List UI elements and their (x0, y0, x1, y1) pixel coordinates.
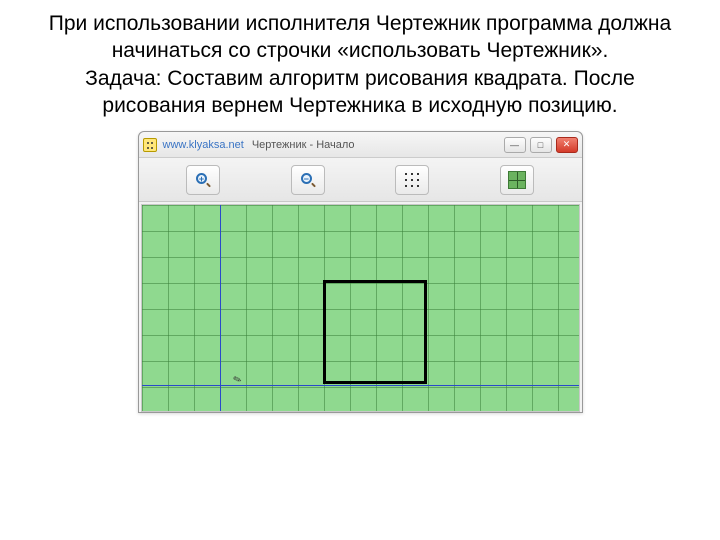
zoom-out-button[interactable]: − (291, 165, 325, 195)
grid-line (298, 205, 299, 411)
grid-line (142, 257, 579, 258)
dots-icon (403, 171, 421, 189)
window-buttons: — □ ✕ (504, 137, 578, 153)
site-label: www.klyaksa.net (163, 139, 244, 151)
grid-line (142, 205, 579, 206)
app-icon (143, 138, 157, 152)
grid-line (506, 205, 507, 411)
zoom-out-icon: − (301, 173, 315, 187)
grid-line (454, 205, 455, 411)
grid-line (142, 205, 143, 411)
paragraph-1: При использовании исполнителя Чертежник … (40, 10, 680, 65)
window-titlebar[interactable]: www.klyaksa.net Чертежник - Начало — □ ✕ (139, 132, 582, 158)
grid-line (142, 387, 579, 388)
grid-line (480, 205, 481, 411)
window-title: Чертежник - Начало (252, 139, 355, 151)
drawing-canvas[interactable]: ✎ (141, 204, 580, 412)
zoom-in-icon: + (196, 173, 210, 187)
slide-text: При использовании исполнителя Чертежник … (0, 0, 720, 131)
grid-line (246, 205, 247, 411)
grid-line (194, 205, 195, 411)
toolbar: + − (139, 158, 582, 202)
grid-line (142, 231, 579, 232)
close-button[interactable]: ✕ (556, 137, 578, 153)
paragraph-2: Задача: Составим алгоритм рисования квад… (40, 65, 680, 120)
grid-icon (508, 171, 526, 189)
grid-line (272, 205, 273, 411)
drafter-window: www.klyaksa.net Чертежник - Начало — □ ✕… (138, 131, 583, 413)
grid-line (532, 205, 533, 411)
y-axis (220, 205, 221, 411)
maximize-button[interactable]: □ (530, 137, 552, 153)
grid-dots-button[interactable] (395, 165, 429, 195)
pen-cursor: ✎ (231, 374, 241, 384)
x-axis (142, 385, 579, 386)
minimize-button[interactable]: — (504, 137, 526, 153)
grid-line (428, 205, 429, 411)
grid-toggle-button[interactable] (500, 165, 534, 195)
grid-line (168, 205, 169, 411)
grid-line (558, 205, 559, 411)
zoom-in-button[interactable]: + (186, 165, 220, 195)
drawn-square (323, 280, 427, 384)
